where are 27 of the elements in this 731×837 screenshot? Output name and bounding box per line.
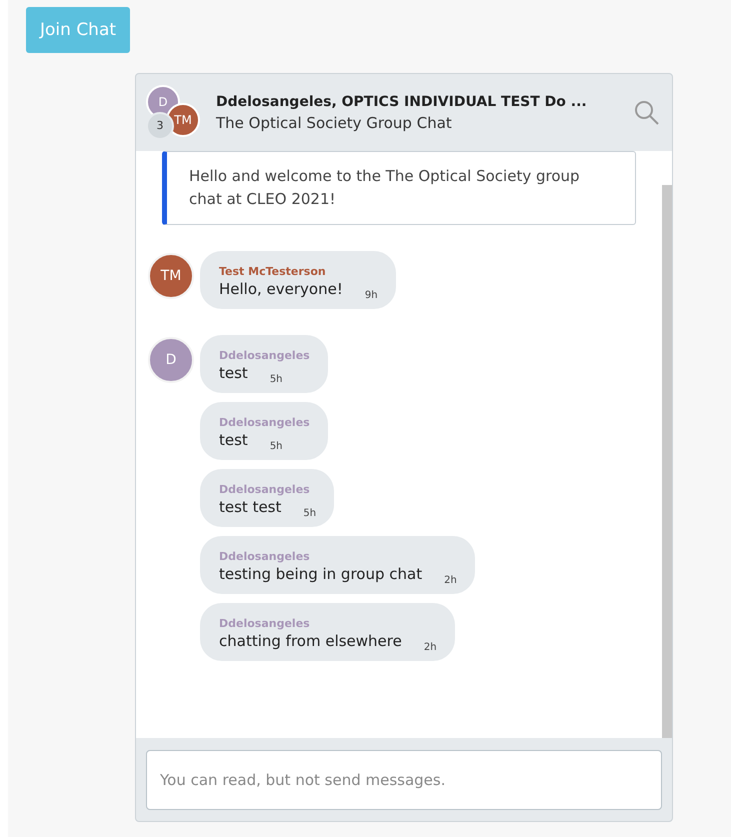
message-time: 2h xyxy=(424,642,437,653)
message-text: Hello, everyone! xyxy=(219,280,343,298)
message-text: test test xyxy=(219,498,282,516)
message-text: test xyxy=(219,364,248,382)
author-name: Ddelosangeles xyxy=(219,349,310,362)
message-time: 9h xyxy=(364,290,378,301)
message-text: test xyxy=(219,431,248,449)
author-name: Ddelosangeles xyxy=(219,483,311,496)
message-time: 5h xyxy=(303,508,316,519)
message-time: 5h xyxy=(270,441,283,452)
message-time: 5h xyxy=(270,374,283,385)
message-text: chatting from elsewhere xyxy=(219,632,402,650)
welcome-message: Hello and welcome to the The Optical Society group chat at CLEO 2021! xyxy=(162,151,636,225)
author-name: Test McTesterson xyxy=(219,265,327,278)
participant-count: 3 xyxy=(146,112,174,140)
user-avatar: TM xyxy=(148,253,194,299)
author-name: Ddelosangeles xyxy=(219,617,311,630)
search-icon[interactable] xyxy=(634,100,660,126)
scrollbar-thumb[interactable] xyxy=(662,185,672,738)
join-chat-button[interactable]: Join Chat xyxy=(26,7,130,53)
chat-title: Ddelosangeles, OPTICS INDIVIDUAL TEST Do ... xyxy=(216,94,588,110)
author-name: Ddelosangeles xyxy=(219,550,311,563)
message-time: 2h xyxy=(444,575,457,586)
message-text: testing being in group chat xyxy=(219,565,422,583)
chat-subtitle: The Optical Society Group Chat xyxy=(216,114,453,132)
user-avatar: D xyxy=(148,337,194,383)
author-name: Ddelosangeles xyxy=(219,416,310,429)
